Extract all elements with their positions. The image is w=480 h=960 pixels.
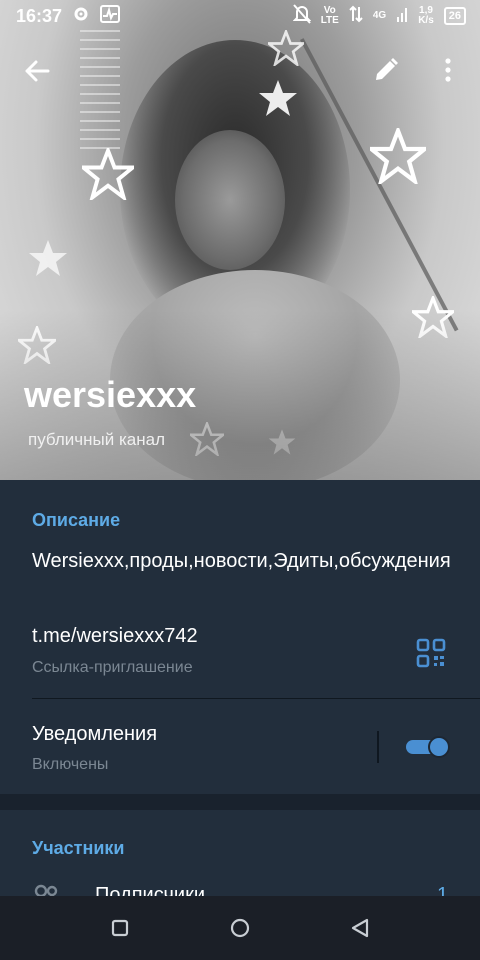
recent-apps-button[interactable] — [108, 916, 132, 940]
signal-icon — [396, 5, 408, 28]
vertical-separator — [377, 731, 379, 763]
qr-code-button[interactable] — [416, 638, 446, 668]
network-speed: 1,9 K/s — [418, 5, 434, 26]
star-icon — [82, 148, 134, 200]
section-gap — [0, 794, 480, 810]
channel-name: wersiexxx — [24, 374, 197, 415]
invite-link[interactable]: t.me/wersiexxx742 — [32, 625, 198, 648]
triangle-icon — [348, 918, 372, 944]
home-button[interactable] — [228, 916, 252, 940]
back-button[interactable] — [22, 56, 52, 86]
battery-indicator: 26 — [443, 7, 466, 25]
divider — [32, 698, 480, 699]
star-icon — [370, 128, 426, 184]
network-4g: 4G — [372, 10, 387, 21]
info-section: Описание Wersiexxx,проды,новости,Эдиты,о… — [0, 480, 480, 794]
circle-icon — [228, 918, 252, 944]
more-vertical-icon — [436, 58, 460, 88]
channel-description[interactable]: Wersiexxx,проды,новости,Эдиты,обсуждения — [32, 549, 457, 573]
data-arrows-icon — [349, 5, 363, 28]
notifications-status: Включены — [32, 756, 109, 773]
invite-link-label: Ссылка-приглашение — [32, 659, 193, 676]
toolbar — [0, 48, 480, 92]
bell-off-icon — [292, 3, 312, 29]
notifications-label[interactable]: Уведомления — [32, 723, 157, 746]
lte-indicator: Vo LTE — [320, 5, 339, 26]
edit-button[interactable] — [372, 56, 400, 84]
toggle-knob — [428, 736, 450, 758]
members-section: Участники Подписчики 1 — [0, 810, 480, 900]
notifications-toggle[interactable] — [406, 736, 452, 758]
star-icon — [28, 238, 68, 278]
status-bar: 16:37 Vo LTE 4G 1,9 K/s 26 — [0, 0, 480, 32]
members-title: Участники — [32, 838, 125, 858]
arrow-left-icon — [22, 60, 52, 90]
square-icon — [108, 919, 132, 944]
description-title: Описание — [32, 510, 121, 530]
cover-figure-face — [175, 130, 285, 270]
status-time: 16:37 — [16, 5, 63, 26]
qr-code-icon — [416, 638, 446, 672]
activity-icon — [100, 4, 121, 28]
nav-back-button[interactable] — [348, 916, 372, 940]
pencil-icon — [372, 58, 400, 88]
system-nav-bar — [0, 896, 480, 960]
channel-type: публичный канал — [28, 430, 165, 449]
gear-icon — [72, 5, 90, 28]
more-button[interactable] — [436, 56, 460, 84]
